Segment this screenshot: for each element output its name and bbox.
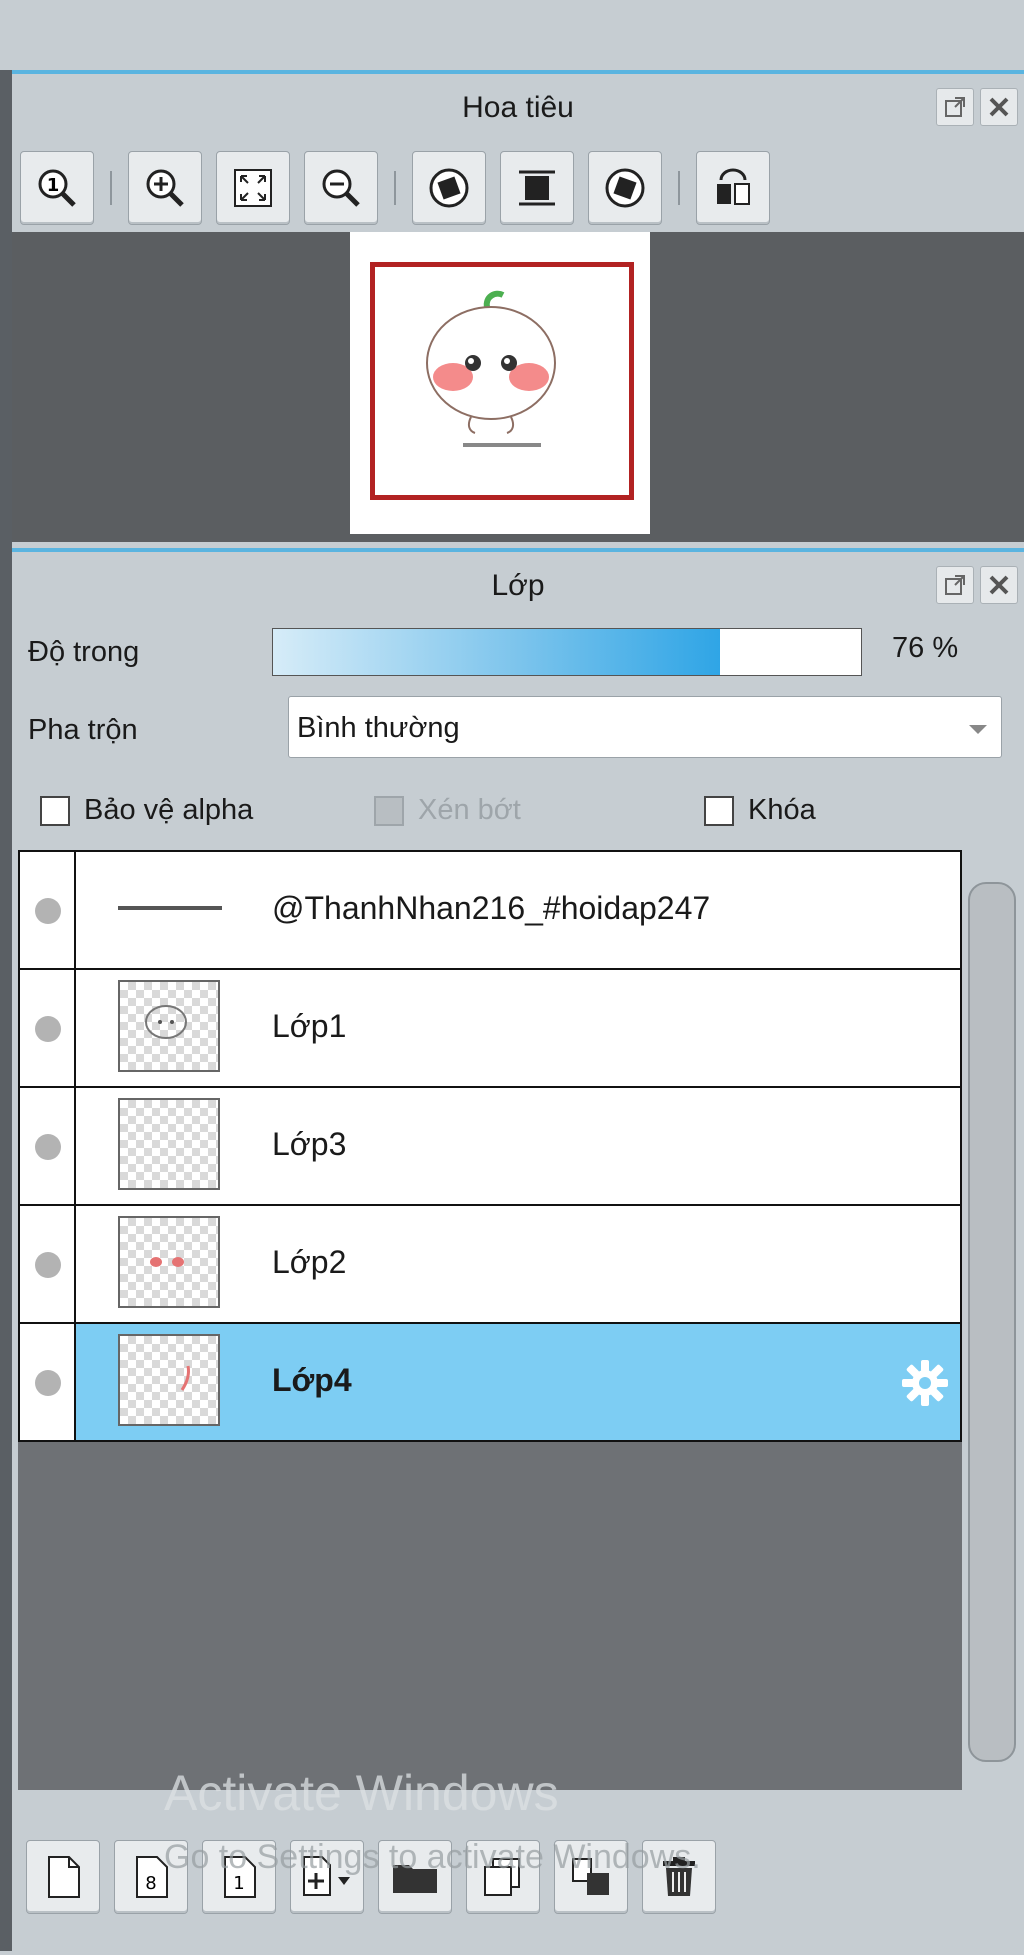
undock-button[interactable] — [936, 566, 974, 604]
layer-thumbnail — [118, 980, 220, 1072]
opacity-label: Độ trong — [28, 636, 140, 668]
visibility-toggle[interactable] — [20, 1324, 76, 1440]
rotate-left-button[interactable] — [412, 151, 486, 225]
character-drawing — [426, 290, 556, 447]
opacity-value: 76 % — [892, 632, 959, 664]
rotate-left-icon — [429, 168, 469, 208]
lock-label: Khóa — [748, 794, 816, 826]
blend-mode-label: Pha trộn — [28, 714, 138, 746]
reset-view-icon — [519, 170, 555, 206]
layer-name: Lớp2 — [272, 1244, 347, 1280]
flip-horizontal-icon — [717, 168, 750, 205]
layer-name: Lớp3 — [272, 1126, 347, 1162]
layer-thumbnail — [118, 862, 222, 954]
toolbar-separator — [110, 171, 112, 205]
rotate-right-button[interactable] — [588, 151, 662, 225]
view-frame[interactable] — [370, 262, 634, 500]
visibility-toggle[interactable] — [20, 970, 76, 1086]
close-icon — [989, 97, 1009, 117]
visibility-toggle[interactable] — [20, 852, 76, 968]
opacity-slider-fill — [273, 629, 720, 675]
lock-checkbox[interactable]: Khóa — [704, 794, 816, 827]
canvas-preview — [350, 232, 650, 534]
navigator-canvas[interactable] — [12, 232, 1024, 542]
zoom-actual-icon: 1 — [38, 169, 76, 207]
text-preview-line — [118, 906, 222, 910]
visibility-dot-icon — [35, 1252, 61, 1278]
protect-alpha-label: Bảo vệ alpha — [84, 794, 254, 826]
navigator-titlebar: Hoa tiêu — [12, 74, 1024, 142]
zoom-actual-button[interactable]: 1 — [20, 151, 94, 225]
chevron-down-icon — [969, 725, 987, 734]
navigator-panel: Hoa tiêu 1 — [12, 70, 1024, 554]
zoom-in-button[interactable] — [128, 151, 202, 225]
layer-thumbnail — [118, 1098, 220, 1190]
close-icon — [989, 575, 1009, 595]
navigator-toolbar: 1 — [20, 150, 770, 226]
visibility-dot-icon — [35, 1370, 61, 1396]
layer-name: @ThanhNhan216_#hoidap247 — [272, 890, 711, 926]
clipping-label: Xén bớt — [418, 794, 521, 826]
undock-button[interactable] — [936, 88, 974, 126]
undock-icon — [945, 575, 965, 595]
visibility-dot-icon — [35, 898, 61, 924]
blend-mode-value: Bình thường — [297, 712, 460, 744]
left-edge-strip — [0, 70, 12, 1951]
layer-thumbnail — [118, 1216, 220, 1308]
visibility-toggle[interactable] — [20, 1088, 76, 1204]
rotate-right-icon — [605, 168, 645, 208]
checkbox-box[interactable] — [704, 795, 734, 826]
close-button[interactable] — [980, 88, 1018, 126]
svg-text:8: 8 — [145, 1873, 156, 1894]
activation-watermark-subtitle: Go to Settings to activate Windows. — [164, 1838, 701, 1876]
close-button[interactable] — [980, 566, 1018, 604]
zoom-out-icon — [322, 169, 360, 207]
layer-row-text[interactable]: @ThanhNhan216_#hoidap247 — [20, 852, 960, 970]
protect-alpha-checkbox[interactable]: Bảo vệ alpha — [40, 794, 253, 827]
visibility-dot-icon — [35, 1134, 61, 1160]
layer-row[interactable]: Lớp2 — [20, 1206, 960, 1324]
layer-name: Lớp4 — [272, 1362, 352, 1398]
layer-list-area[interactable]: @ThanhNhan216_#hoidap247 Lớp1 Lớp3 Lớp2 … — [18, 850, 962, 1790]
line-art-thumbnail-icon — [145, 1005, 187, 1039]
stroke-thumbnail-icon — [180, 1365, 190, 1391]
toolbar-separator — [678, 171, 680, 205]
visibility-toggle[interactable] — [20, 1206, 76, 1322]
navigator-title: Hoa tiêu — [462, 91, 574, 124]
layer-row[interactable]: Lớp3 — [20, 1088, 960, 1206]
activation-watermark-title: Activate Windows — [164, 1765, 559, 1821]
toolbar-separator — [394, 171, 396, 205]
scrollbar-thumb[interactable] — [968, 882, 1016, 1762]
clipping-checkbox: Xén bớt — [374, 794, 521, 827]
fit-window-icon — [234, 169, 272, 207]
layer-titlebar: Lớp — [12, 552, 1024, 620]
checkbox-box[interactable] — [40, 795, 70, 826]
blend-mode-select[interactable]: Bình thường — [288, 696, 1002, 758]
layer-list: @ThanhNhan216_#hoidap247 Lớp1 Lớp3 Lớp2 … — [18, 850, 962, 1442]
new-layer-button[interactable] — [26, 1840, 100, 1914]
layer-panel-title: Lớp — [491, 569, 545, 602]
blush-thumbnail-icon — [150, 1257, 184, 1267]
reset-view-button[interactable] — [500, 151, 574, 225]
zoom-in-icon — [146, 169, 184, 207]
flip-horizontal-button[interactable] — [696, 151, 770, 225]
fit-window-button[interactable] — [216, 151, 290, 225]
opacity-slider[interactable] — [272, 628, 862, 676]
new-layer-icon — [48, 1856, 80, 1898]
layer-row[interactable]: Lớp1 — [20, 970, 960, 1088]
visibility-dot-icon — [35, 1016, 61, 1042]
layer-thumbnail — [118, 1334, 220, 1426]
layer-list-scrollbar[interactable] — [968, 860, 1016, 1790]
svg-text:1: 1 — [47, 175, 60, 196]
zoom-out-button[interactable] — [304, 151, 378, 225]
layer-name: Lớp1 — [272, 1008, 347, 1044]
checkbox-box — [374, 795, 404, 826]
layer-row-selected[interactable]: Lớp4 — [20, 1324, 960, 1440]
undock-icon — [945, 97, 965, 117]
gear-icon[interactable] — [898, 1356, 952, 1415]
